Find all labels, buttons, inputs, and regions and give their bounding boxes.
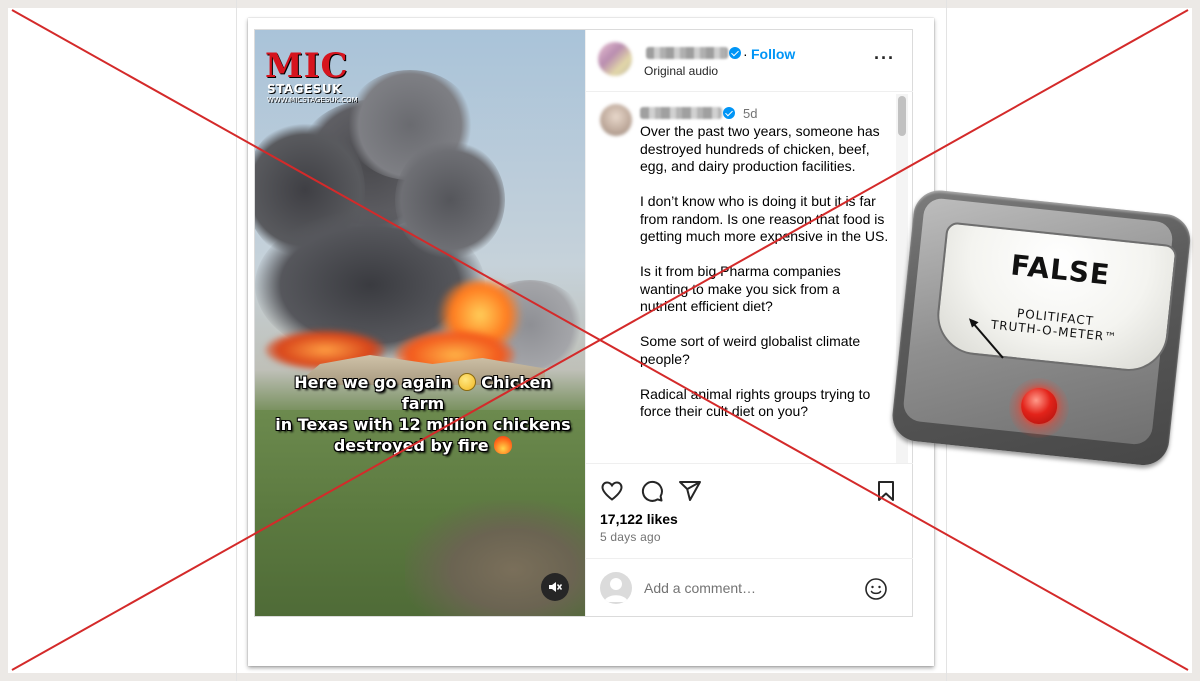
more-options-icon[interactable]: ··· [874,48,895,69]
comment-text: Over the past two years, someone has des… [640,123,890,438]
post-sidebar: · Follow Original audio ··· 5d Over the … [585,30,913,616]
likes-count[interactable]: 17,122 likes [600,511,678,527]
mute-icon [549,582,563,592]
post-header: · Follow Original audio ··· [586,30,913,92]
original-audio-link[interactable]: Original audio [644,64,718,78]
meter-face: FALSE POLITIFACT TRUTH-O-METER™ [933,221,1178,375]
logo-main-text: MIC [265,46,349,86]
comments-scrollbar-thumb[interactable] [898,96,906,136]
separator-dot: · [743,46,748,62]
sunglasses-emoji-icon [457,373,476,391]
default-avatar-icon [604,578,628,602]
bookmark-icon[interactable] [874,479,898,503]
user-avatar [600,572,632,604]
comment-paragraph: Over the past two years, someone has des… [640,123,880,174]
share-icon[interactable] [678,479,702,503]
fire-emoji-icon [494,436,513,454]
meter-bezel: FALSE POLITIFACT TRUTH-O-METER™ [901,196,1178,446]
comment-time[interactable]: 5d [743,106,757,121]
logo-url-text: WWW.MICSTAGESUK.COM [267,96,358,104]
meter-verdict: FALSE [1009,248,1112,292]
post-video[interactable]: MIC STAGESUK WWW.MICSTAGESUK.COM Here we… [255,30,585,616]
comment-icon[interactable] [640,479,664,503]
follow-button[interactable]: Follow [751,46,795,62]
page-divider-left [236,0,237,681]
post-age[interactable]: 5 days ago [600,530,661,544]
author-username-blurred[interactable] [646,47,728,59]
mute-button[interactable] [541,573,569,601]
comment-paragraph: Is it from big Pharma companies wanting … [640,263,841,314]
video-caption: Here we go again Chicken farm in Texas w… [273,372,573,456]
caption-line1-a: Here we go again [294,373,452,392]
smoke-cloud [395,140,505,260]
channel-logo: MIC STAGESUK WWW.MICSTAGESUK.COM [265,46,358,105]
smiley-icon[interactable] [864,577,888,601]
commenter-username-blurred[interactable] [640,107,722,119]
caption-line3: destroyed by fire [333,436,489,455]
comment-paragraph: Some sort of weird globalist climate peo… [640,333,861,367]
meter-needle-icon [968,318,1004,359]
add-comment-bar [586,558,913,616]
comment-paragraph: Radical animal rights groups trying to f… [640,385,871,420]
verified-badge-icon [729,47,741,59]
instagram-post: MIC STAGESUK WWW.MICSTAGESUK.COM Here we… [254,29,913,617]
add-comment-input[interactable] [644,577,844,599]
author-avatar[interactable] [598,42,632,76]
comment-paragraph: I don’t know who is doing it but it is f… [640,193,889,244]
verified-badge-icon [723,107,735,119]
caption-comment: 5d Over the past two years, someone has … [586,92,913,464]
heart-icon[interactable] [600,479,624,503]
caption-line2: in Texas with 12 million chickens [275,415,571,434]
truth-o-meter: FALSE POLITIFACT TRUTH-O-METER™ [885,182,1200,481]
commenter-avatar[interactable] [600,104,632,136]
